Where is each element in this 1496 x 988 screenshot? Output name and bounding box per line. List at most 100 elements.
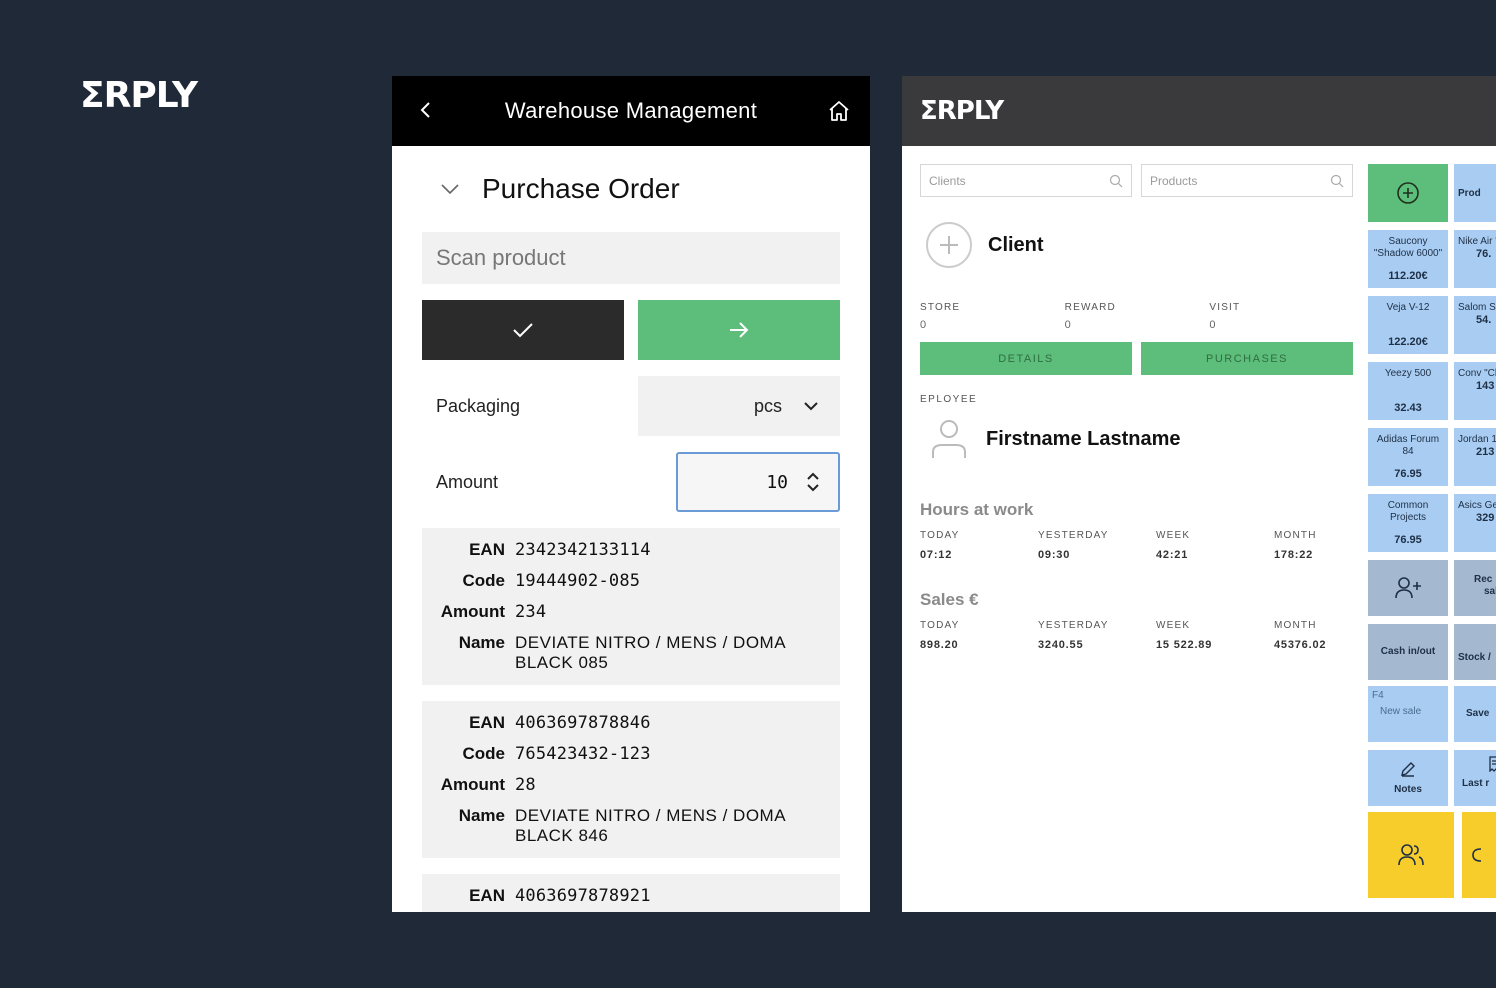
add-user-icon [1395,577,1421,599]
stat-value: 898.20 [920,639,959,651]
product-tile[interactable]: Asics Ge O329 [1454,494,1496,552]
stat-value: 0 [1064,319,1071,331]
back-chevron-icon[interactable] [414,98,438,122]
product-name: Salom Snow l [1458,302,1496,313]
cash-in-out-button[interactable]: Cash in/out [1368,624,1448,680]
product-tile[interactable]: Common Projects 76.95 [1368,494,1448,552]
products-tile[interactable]: Prod [1454,164,1496,222]
section-header[interactable]: Purchase Order [392,146,870,232]
list-item[interactable]: EAN 2342342133114 Code 19444902-085 Amount… [422,528,840,685]
name-line-1: DEVIATE NITRO / MENS / DOMA [515,806,787,825]
ean-value: 4063697878846 [515,713,651,733]
product-name: Asics Ge O [1458,500,1496,511]
chevron-down-icon [804,401,818,410]
scan-product-input[interactable]: Scan product [422,232,840,284]
product-tile[interactable]: Nike Air '076. [1454,230,1496,288]
product-tile[interactable]: Veja V-12 122.20€ [1368,296,1448,354]
plus-icon [940,236,958,254]
product-tile[interactable]: Jordan 1 213 [1454,428,1496,486]
amount-stepper[interactable]: 10 [676,452,840,512]
amount-value: 234 [515,602,547,622]
notes-label: Notes [1394,784,1422,795]
page-title: Warehouse Management [504,98,758,123]
client-actions: DETAILS PURCHASES [920,342,1353,375]
search-icon [1330,174,1344,187]
stat-label: YESTERDAY [1038,530,1109,541]
client-row: Client [926,222,1044,268]
product-name: Nike Air '0 [1458,236,1496,247]
name-line-1: DEVIATE NITRO / MENS / DOMA [515,633,787,652]
stepper-arrows-icon[interactable] [806,471,820,493]
purchases-button[interactable]: PURCHASES [1141,342,1353,375]
cash-label: Cash in/out [1380,646,1436,657]
product-tile[interactable]: Conv "Chuck143 [1454,362,1496,420]
stat-label: TODAY [920,620,960,631]
save-label: Save [1466,708,1490,719]
rec-label: Rec [1474,574,1493,585]
name-line-2: BLACK 085 [515,653,609,672]
code-label: Code [462,571,506,590]
product-tile[interactable]: Adidas Forum 84 76.95 [1368,428,1448,486]
customers-button[interactable] [1368,812,1454,898]
product-tile[interactable]: Yeezy 500 32.43 [1368,362,1448,420]
stock-label: Stock / [1458,652,1491,663]
list-item[interactable]: EAN 4063697878921 [422,874,840,912]
ean-value: 4063697878921 [515,886,651,906]
yellow-action-button[interactable] [1462,812,1496,898]
stock-button[interactable]: Stock / [1454,624,1496,680]
section-title: Purchase Order [482,173,680,204]
product-tile[interactable]: Salom Snow l54. [1454,296,1496,354]
last-receipt-button[interactable]: Last r [1454,750,1496,806]
next-button[interactable] [638,300,840,360]
clients-search-input[interactable]: Clients [920,164,1132,197]
receipt-sales-button[interactable]: Recsal [1454,560,1496,616]
list-item[interactable]: EAN 4063697878846 Code 765423432-123 Amoun… [422,701,840,858]
employee-row: Firstname Lastname [930,418,1181,460]
employee-name: Firstname Lastname [986,427,1181,450]
product-price: 76.95 [1394,468,1422,480]
pos-header: ΣRPLY [902,76,1496,146]
name-value: DEVIATE NITRO / MENS / DOMA BLACK 085 [515,633,840,673]
stat-label: STORE [920,302,961,313]
notes-button[interactable]: Notes [1368,750,1448,806]
search-icon [1109,174,1123,187]
action-buttons [422,300,840,360]
product-price: 32.43 [1394,402,1422,414]
details-button[interactable]: DETAILS [920,342,1132,375]
ean-label: EAN [469,540,505,559]
sales-title: Sales € [920,590,979,609]
product-tile[interactable]: Saucony "Shadow 6000" 112.20€ [1368,230,1448,288]
stat-label: WEEK [1156,530,1191,541]
packaging-select[interactable]: pcs [638,376,840,436]
plus-circle-icon [1397,182,1419,204]
warehouse-header: Warehouse Management [392,76,870,146]
erply-logo: ΣRPLY [80,75,198,116]
product-name: Saucony "Shadow 6000" [1373,236,1443,259]
add-tile-button[interactable] [1368,164,1448,222]
confirm-button[interactable] [422,300,624,360]
packaging-value: pcs [753,395,782,416]
stat-label: WEEK [1156,620,1191,631]
product-price: 329 [1476,512,1495,524]
new-sale-button[interactable]: F4 New sale [1368,686,1448,742]
users-icon [1398,844,1424,866]
stat-value: 15 522.89 [1156,639,1213,651]
code-label: Code [462,744,506,763]
add-user-button[interactable] [1368,560,1448,616]
stat-value: 3240.55 [1038,639,1084,651]
amount-value: 10 [766,471,788,493]
code-value: 765423432-123 [515,744,651,764]
save-button[interactable]: Save [1454,686,1496,742]
erply-logo: ΣRPLY [920,96,1004,126]
add-client-button[interactable] [926,222,972,268]
home-icon[interactable] [826,98,852,124]
name-label: Name [458,806,505,825]
chevron-down-icon[interactable] [440,178,462,200]
products-search-input[interactable]: Products [1141,164,1353,197]
employee-label: EPLOYEE [920,394,978,405]
ean-label: EAN [469,886,505,905]
stat-value: 42:21 [1156,549,1189,561]
hours-stats: TODAY 07:12 YESTERDAY 09:30 WEEK 42:21 MONT… [920,530,1400,561]
name-value: DEVIATE NITRO / MENS / DOMA BLACK 846 [515,806,840,846]
last-label: Last r [1462,778,1490,789]
